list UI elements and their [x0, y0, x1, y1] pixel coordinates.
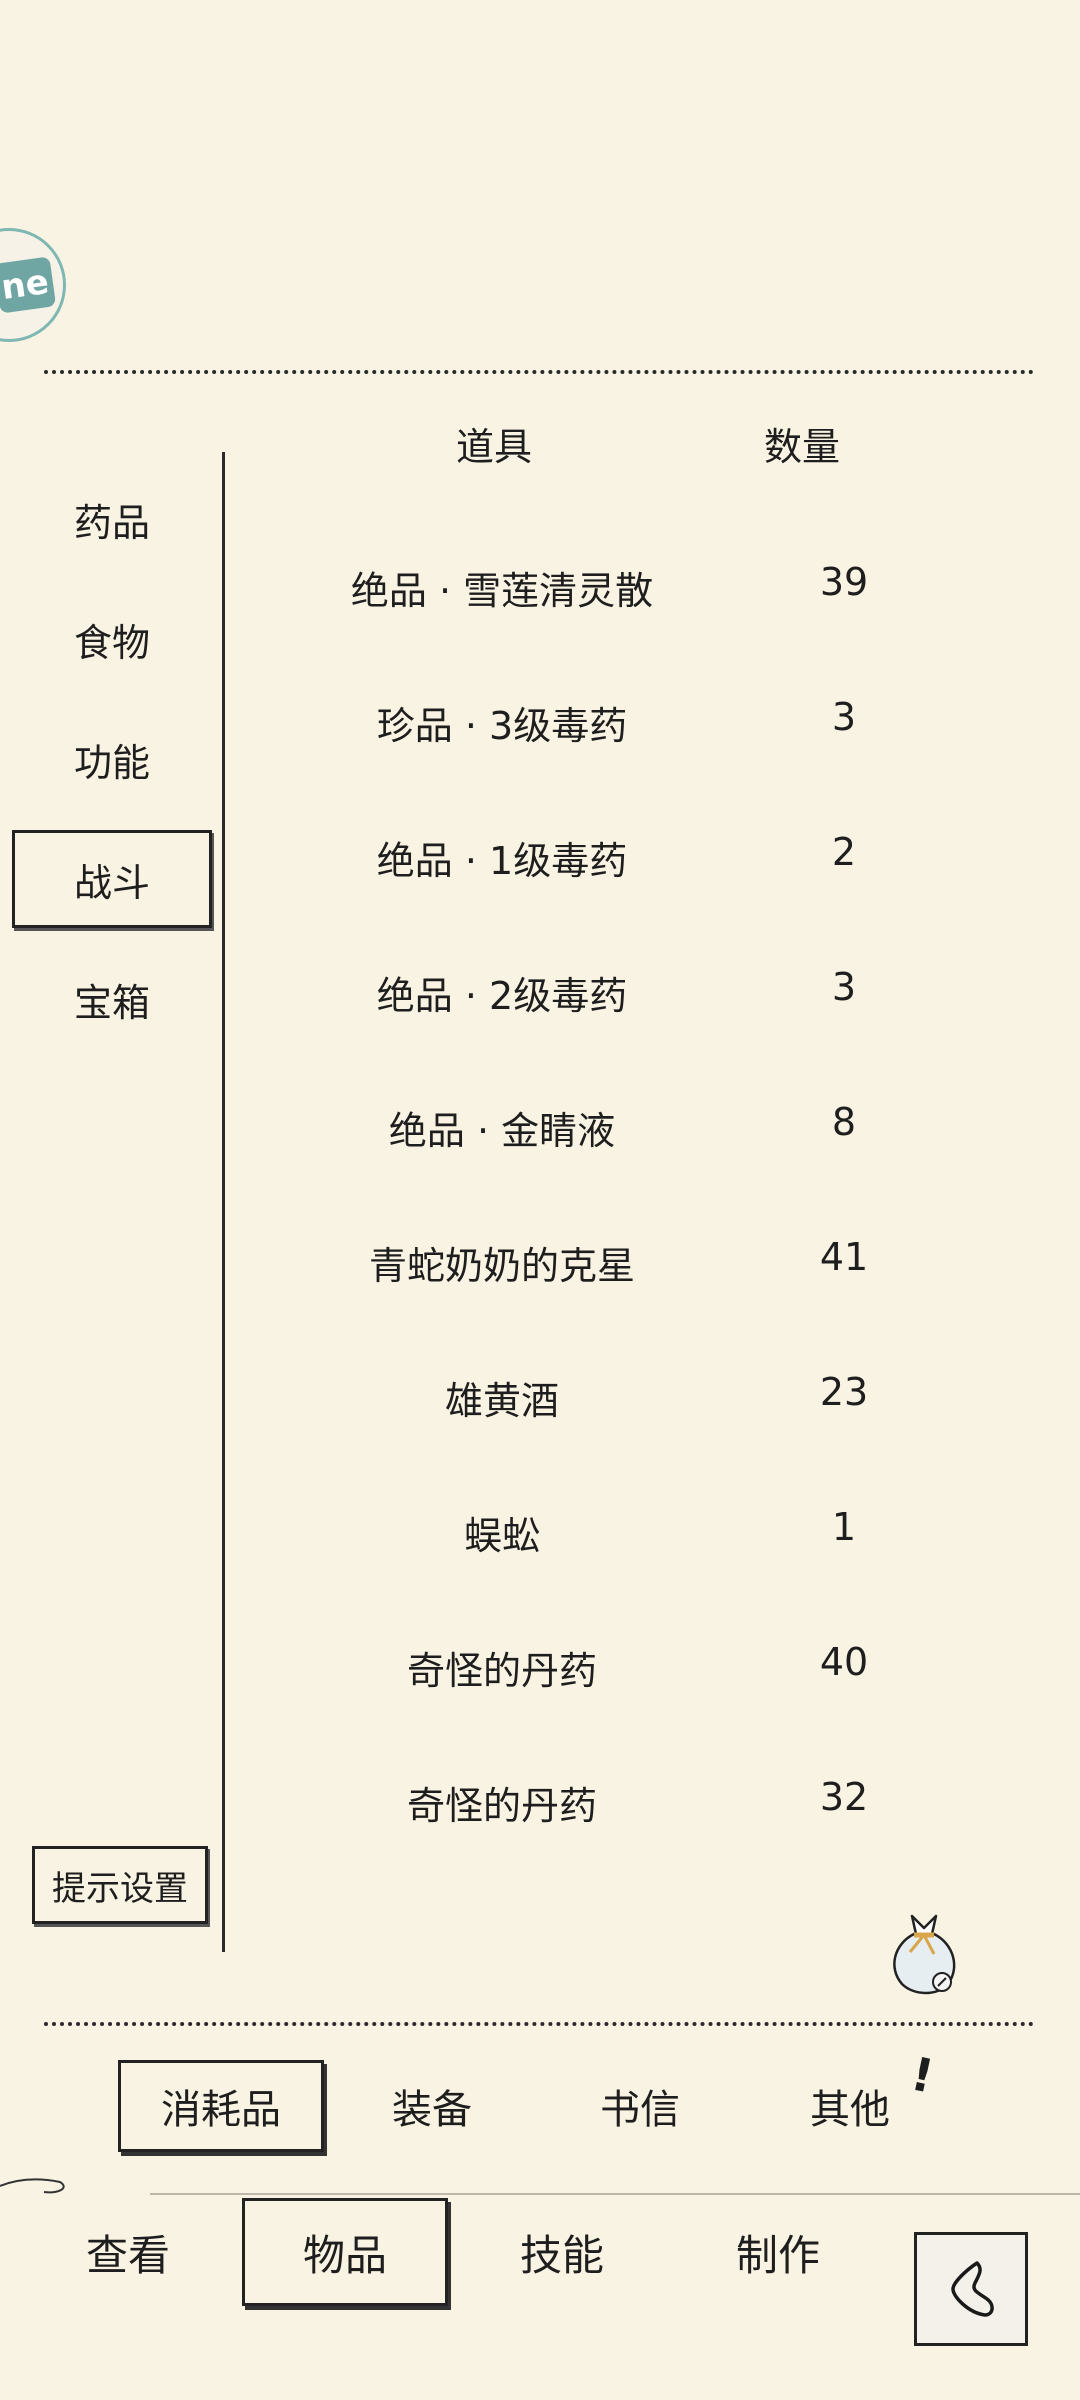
item-bag-icon[interactable] [884, 1908, 964, 2000]
top-divider [44, 370, 1034, 374]
tab-label: 书信 [600, 2087, 680, 2133]
item-name: 绝品 · 1级毒药 [376, 839, 628, 883]
category-combat[interactable]: 战斗 [12, 830, 212, 928]
category-label: 药品 [73, 500, 150, 545]
item-row[interactable]: 绝品 · 雪莲清灵散 39 [240, 544, 1040, 624]
item-name: 雄黄酒 [444, 1379, 559, 1423]
tab-label: 消耗品 [161, 2087, 281, 2133]
item-row[interactable]: 珍品 · 3级毒药 3 [240, 679, 1040, 759]
nav-label: 制作 [735, 2230, 820, 2280]
item-quantity: 3 [831, 695, 857, 739]
scribble-divider [0, 2178, 1080, 2195]
item-row[interactable]: 雄黄酒 23 [240, 1354, 1040, 1434]
nav-label: 技能 [519, 2230, 604, 2280]
category-list: 药品 食物 功能 战斗 宝箱 [0, 470, 220, 1070]
item-row[interactable]: 青蛇奶奶的克星 41 [240, 1219, 1040, 1299]
item-name: 绝品 · 2级毒药 [376, 974, 628, 1018]
hint-settings-button[interactable]: 提示设置 [32, 1846, 208, 1924]
item-name: 青蛇奶奶的克星 [368, 1244, 635, 1288]
item-name: 奇怪的丹药 [406, 1784, 597, 1828]
item-name: 绝品 · 雪莲清灵散 [350, 569, 654, 613]
nav-skills[interactable]: 技能 [492, 2198, 632, 2306]
column-header-quantity: 数量 [764, 425, 841, 469]
item-quantity: 40 [819, 1640, 869, 1684]
item-quantity: 2 [831, 830, 857, 874]
category-function[interactable]: 功能 [12, 710, 212, 808]
nav-items[interactable]: 物品 [242, 2198, 448, 2306]
category-food[interactable]: 食物 [12, 590, 212, 688]
item-quantity: 3 [831, 965, 857, 1009]
item-row[interactable]: 奇怪的丹药 32 [240, 1759, 1040, 1839]
item-name: 绝品 · 金睛液 [388, 1109, 616, 1153]
item-row[interactable]: 绝品 · 金睛液 8 [240, 1084, 1040, 1164]
tab-label: 装备 [392, 2087, 472, 2133]
item-name: 奇怪的丹药 [406, 1649, 597, 1693]
item-row[interactable]: 绝品 · 2级毒药 3 [240, 949, 1040, 1029]
category-label: 宝箱 [73, 980, 150, 1025]
tab-other[interactable]: 其他 [770, 2060, 930, 2152]
back-arrow-icon [951, 2261, 994, 2317]
category-divider [222, 452, 225, 1952]
category-chest[interactable]: 宝箱 [12, 950, 212, 1048]
item-quantity: 39 [819, 560, 869, 604]
tab-label: 其他 [810, 2087, 890, 2133]
tab-consumables[interactable]: 消耗品 [118, 2060, 324, 2152]
item-row[interactable]: 奇怪的丹药 40 [240, 1624, 1040, 1704]
item-quantity: 1 [831, 1505, 857, 1549]
category-medicine[interactable]: 药品 [12, 470, 212, 568]
floating-side-button[interactable]: ne [0, 228, 66, 342]
category-label: 战斗 [73, 860, 150, 905]
back-button[interactable] [914, 2232, 1028, 2346]
item-name: 珍品 · 3级毒药 [376, 704, 628, 748]
item-quantity: 8 [831, 1100, 857, 1144]
nav-label: 物品 [302, 2230, 387, 2280]
nav-crafting[interactable]: 制作 [708, 2198, 848, 2306]
item-name: 蜈蚣 [463, 1514, 540, 1558]
column-header-item: 道具 [456, 425, 533, 469]
category-label: 功能 [73, 740, 150, 785]
item-quantity: 23 [819, 1370, 869, 1414]
app-badge-icon: ne [0, 256, 57, 314]
bottom-divider [44, 2022, 1034, 2026]
hint-settings-label: 提示设置 [52, 1868, 188, 1909]
item-row[interactable]: 蜈蚣 1 [240, 1489, 1040, 1569]
item-quantity: 32 [819, 1775, 869, 1819]
tab-equipment[interactable]: 装备 [352, 2060, 512, 2152]
item-quantity: 41 [819, 1235, 869, 1279]
nav-view[interactable]: 查看 [58, 2198, 198, 2306]
category-label: 食物 [73, 620, 150, 665]
nav-label: 查看 [85, 2230, 170, 2280]
item-row[interactable]: 绝品 · 1级毒药 2 [240, 814, 1040, 894]
tab-letters[interactable]: 书信 [560, 2060, 720, 2152]
